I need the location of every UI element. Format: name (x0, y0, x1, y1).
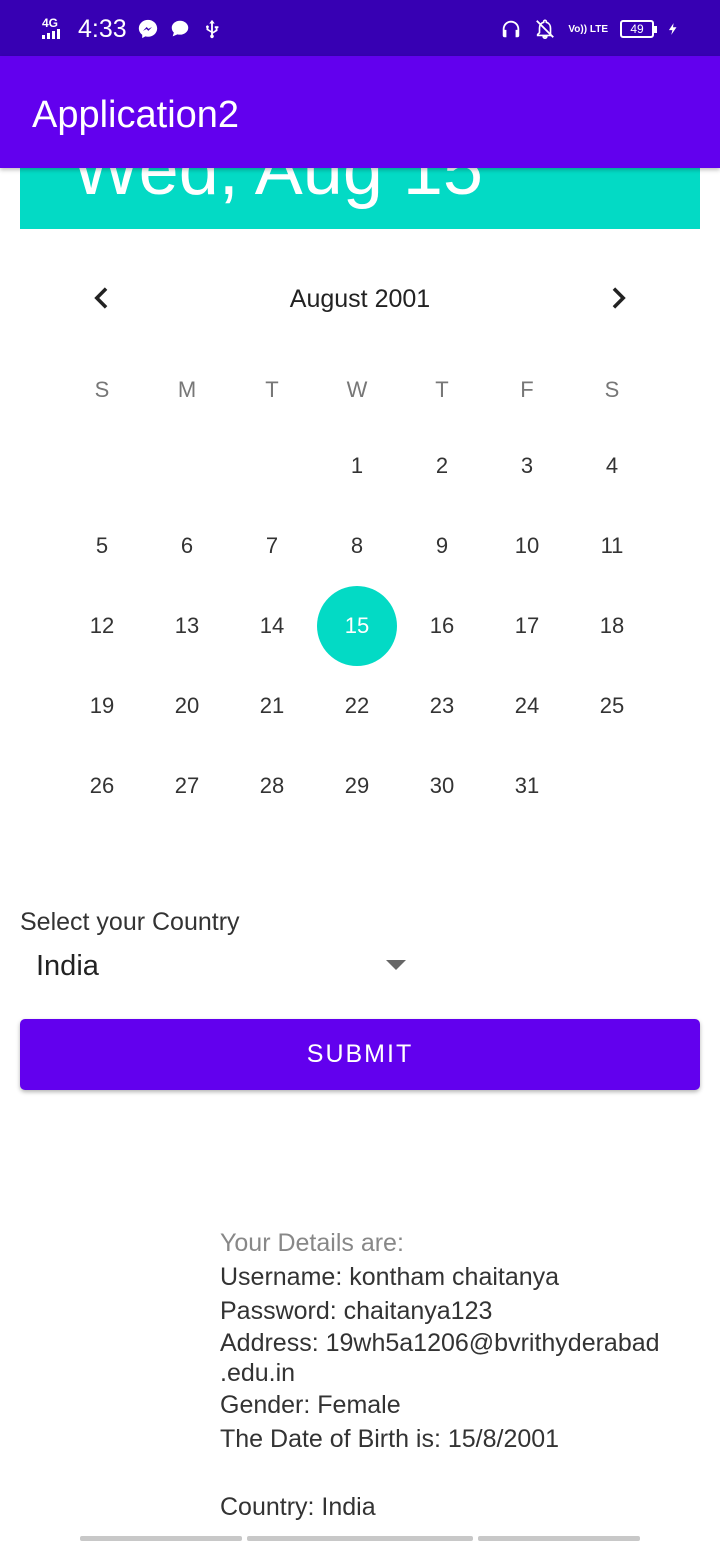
weekday-header: T (265, 377, 279, 402)
country-label: Select your Country (20, 908, 240, 936)
weekday-header: W (346, 377, 368, 402)
headphones-icon (503, 20, 520, 38)
calendar-day[interactable]: 14 (232, 606, 312, 646)
status-right: Vo)) LTE 49 (500, 16, 680, 42)
details-address-line2: .edu.in (220, 1359, 296, 1387)
messenger-icon (138, 19, 157, 39)
network-type: 4G (42, 16, 59, 30)
scroll-indicator (478, 1536, 640, 1541)
calendar-day[interactable]: 24 (487, 686, 567, 726)
calendar-day[interactable]: 27 (147, 766, 227, 806)
calendar-day[interactable]: 8 (317, 526, 397, 566)
calendar-day[interactable]: 18 (572, 606, 652, 646)
weekday-header: F (520, 377, 534, 402)
calendar-day[interactable]: 12 (62, 606, 142, 646)
app-bar: Application2 (0, 56, 720, 168)
weekday-header: T (435, 377, 449, 402)
country-spinner[interactable]: India (20, 940, 420, 990)
signal-icon: 4G (42, 17, 68, 41)
weekday-header: S (94, 377, 110, 402)
weekday-header: M (177, 377, 197, 402)
calendar-day[interactable]: 16 (402, 606, 482, 646)
calendar-day[interactable]: 28 (232, 766, 312, 806)
details-dob: The Date of Birth is: 15/8/2001 (220, 1425, 560, 1453)
calendar-day[interactable]: 3 (487, 446, 567, 486)
notifications-off-icon (536, 19, 555, 39)
chat-bubble-icon (171, 20, 188, 37)
calendar-day[interactable]: 2 (402, 446, 482, 486)
calendar-day[interactable]: 7 (232, 526, 312, 566)
calendar-day[interactable]: 4 (572, 446, 652, 486)
month-label: August 2001 (289, 285, 431, 313)
dropdown-arrow-icon (386, 960, 406, 970)
next-month-icon[interactable] (604, 284, 632, 312)
details-address: Address: 19wh5a1206@bvrithyderabad .edu.… (220, 1328, 690, 1388)
details-password: Password: chaitanya123 (220, 1297, 493, 1325)
calendar-day[interactable]: 9 (402, 526, 482, 566)
calendar-day[interactable]: 21 (232, 686, 312, 726)
calendar-day[interactable]: 1 (317, 446, 397, 486)
app-title: Application2 (32, 94, 240, 136)
submit-button[interactable]: SUBMIT (20, 1019, 700, 1090)
calendar-day[interactable]: 5 (62, 526, 142, 566)
details-username: Username: kontham chaitanya (220, 1263, 560, 1291)
month-navigation: August 2001 (20, 270, 700, 326)
calendar-day[interactable]: 20 (147, 686, 227, 726)
weekday-header: S (604, 377, 620, 402)
status-bar: 4G 4:33 Vo)) LTE 49 (0, 0, 720, 56)
calendar-day-selected[interactable]: 15 (317, 606, 397, 646)
calendar-day[interactable]: 29 (317, 766, 397, 806)
calendar-day[interactable]: 25 (572, 686, 652, 726)
battery-level: 49 (630, 22, 644, 36)
details-heading: Your Details are: (220, 1229, 404, 1257)
calendar-day[interactable]: 17 (487, 606, 567, 646)
calendar-day[interactable]: 22 (317, 686, 397, 726)
details-gender: Gender: Female (220, 1391, 401, 1419)
details-panel: Your Details are: Username: kontham chai… (220, 1226, 690, 1524)
details-address-line1: Address: 19wh5a1206@bvrithyderabad (220, 1329, 660, 1357)
calendar-day[interactable]: 23 (402, 686, 482, 726)
details-country: Country: India (220, 1493, 376, 1521)
calendar-day[interactable]: 30 (402, 766, 482, 806)
scroll-indicator (80, 1536, 242, 1541)
country-spinner-value: India (36, 950, 99, 982)
calendar-day[interactable]: 11 (572, 526, 652, 566)
battery-icon: 49 (620, 20, 657, 38)
calendar-day[interactable]: 31 (487, 766, 567, 806)
calendar-day[interactable]: 6 (147, 526, 227, 566)
usb-icon (205, 19, 219, 39)
status-left: 4G 4:33 (42, 14, 223, 44)
scroll-indicator (247, 1536, 473, 1541)
calendar-day[interactable]: 13 (147, 606, 227, 646)
calendar-day[interactable]: 19 (62, 686, 142, 726)
status-time: 4:33 (78, 14, 127, 43)
calendar-day[interactable]: 26 (62, 766, 142, 806)
calendar-day[interactable]: 10 (487, 526, 567, 566)
volte-indicator: Vo)) LTE (568, 23, 608, 35)
charging-icon (668, 23, 677, 35)
